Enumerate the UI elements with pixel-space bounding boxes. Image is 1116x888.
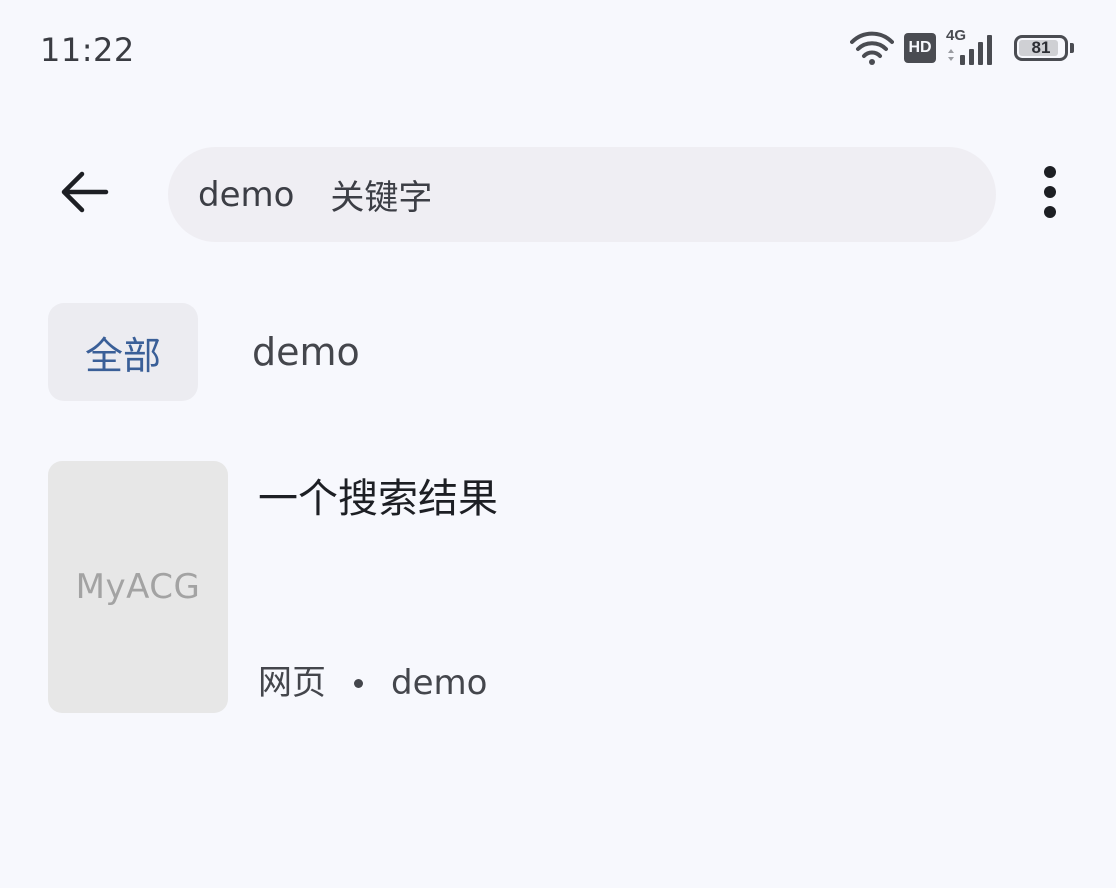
- filter-source-demo[interactable]: demo: [252, 330, 360, 374]
- status-icons: HD 4G 81: [850, 27, 1074, 68]
- search-query-keyword: 关键字: [330, 178, 433, 218]
- separator-dot-icon: [354, 678, 363, 688]
- search-input[interactable]: demo 关键字: [168, 147, 996, 242]
- more-options-button[interactable]: [1010, 158, 1090, 230]
- result-source: demo: [391, 663, 488, 703]
- filter-row: 全部 demo: [48, 303, 360, 401]
- battery-level: 81: [1031, 38, 1051, 57]
- wifi-icon: [850, 31, 894, 65]
- filter-chip-all[interactable]: 全部: [48, 303, 198, 401]
- status-bar: 11:22 HD 4G 81: [0, 0, 1116, 100]
- hd-icon: HD: [904, 33, 936, 63]
- result-item[interactable]: MyACG 一个搜索结果 网页 demo: [48, 461, 1068, 713]
- result-type: 网页: [258, 663, 326, 703]
- result-meta: 网页 demo: [258, 661, 487, 705]
- arrow-left-icon: [58, 170, 110, 218]
- search-query-source: demo: [198, 174, 295, 215]
- back-button[interactable]: [44, 154, 124, 234]
- battery-icon: 81: [1014, 35, 1074, 61]
- search-toolbar: demo 关键字: [0, 146, 1116, 242]
- status-time: 11:22: [40, 31, 135, 69]
- hd-label: HD: [908, 39, 932, 56]
- result-cover-placeholder: MyACG: [75, 567, 201, 607]
- cellular-signal-icon: 4G: [946, 27, 1004, 65]
- more-vert-icon: [1043, 165, 1057, 223]
- result-cover: MyACG: [48, 461, 228, 713]
- result-title: 一个搜索结果: [258, 476, 498, 522]
